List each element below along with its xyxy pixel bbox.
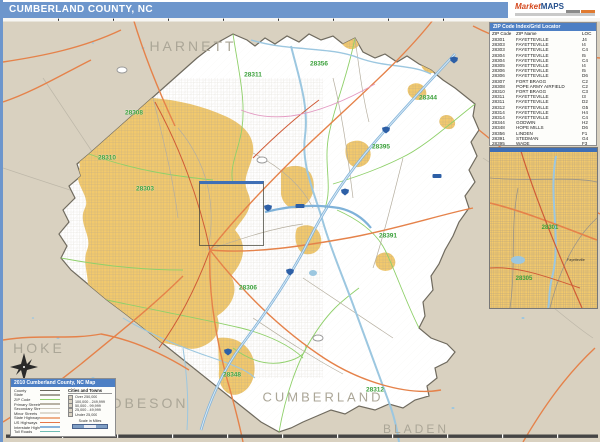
legend-line-sample bbox=[40, 422, 60, 424]
legend-line-sample bbox=[40, 426, 60, 428]
cities-towns-header: Cities and Towns bbox=[68, 388, 112, 394]
legend-line-sample bbox=[40, 417, 60, 419]
page: CUMBERLAND COUNTY, NC MarketMAPS HARNETT… bbox=[0, 0, 600, 442]
zip-index-header: ZIP Code Index/Grid Locator bbox=[490, 23, 596, 31]
city-class-label: Over 250,000 bbox=[75, 395, 97, 399]
legend-items: CountyStateZIP CodePrimary StreetsSecond… bbox=[14, 388, 66, 434]
scale-segment bbox=[73, 425, 84, 428]
legend-item: Toll Roads bbox=[14, 429, 66, 434]
legend-line-sample bbox=[40, 394, 60, 396]
legend-line-sample bbox=[40, 403, 60, 405]
city-class-swatch bbox=[68, 412, 73, 417]
inset-labels: 28301 28305 Fayetteville bbox=[490, 148, 597, 308]
legend-header: 2010 Cumberland County, NC Map bbox=[11, 379, 115, 387]
legend-panel: 2010 Cumberland County, NC Map CountySta… bbox=[10, 378, 116, 437]
logo-text: MarketMAPS bbox=[515, 2, 564, 11]
inset-extent-rectangle bbox=[199, 181, 264, 246]
table-row: 28395WADEF3 bbox=[490, 141, 596, 146]
city-classes: Over 250,000100,000 - 249,99950,000 - 99… bbox=[68, 395, 112, 417]
title-bar: CUMBERLAND COUNTY, NC bbox=[3, 2, 508, 18]
legend-line-sample bbox=[40, 431, 60, 433]
legend-line-sample bbox=[40, 408, 60, 410]
logo-blocks bbox=[565, 2, 595, 20]
page-title: CUMBERLAND COUNTY, NC bbox=[9, 4, 153, 15]
zip-name-cell: WADE bbox=[516, 141, 582, 146]
scale-segment bbox=[84, 425, 95, 428]
legend-line-sample bbox=[40, 390, 60, 392]
legend-item-label: Toll Roads bbox=[14, 429, 40, 434]
city-class-label: 25,000 - 49,999 bbox=[75, 408, 101, 412]
loc-cell: F3 bbox=[582, 141, 594, 146]
city-class-label: 100,000 - 249,999 bbox=[75, 400, 105, 404]
inset-zip-label: 28305 bbox=[516, 276, 533, 282]
scale-bar bbox=[72, 424, 108, 429]
inset-zip-label: 28301 bbox=[542, 225, 559, 231]
logo-suffix: MAPS bbox=[541, 2, 564, 11]
zip-code-cell: 28395 bbox=[492, 141, 516, 146]
city-class-label: 50,000 - 99,999 bbox=[75, 404, 101, 408]
scale-segment bbox=[96, 425, 107, 428]
zip-index-panel: ZIP Code Index/Grid Locator ZIP Code ZIP… bbox=[489, 22, 597, 146]
scale-label: Scale in Miles bbox=[68, 419, 112, 423]
marketmaps-logo: MarketMAPS bbox=[509, 0, 599, 18]
zip-table-body: 28301FAYETTEVILLEJ428303FAYETTEVILLEI428… bbox=[490, 37, 596, 146]
legend-line-sample bbox=[40, 399, 60, 401]
legend-line-sample bbox=[40, 412, 60, 414]
legend-columns: CountyStateZIP CodePrimary StreetsSecond… bbox=[11, 387, 115, 435]
legend-cities-column: Cities and Towns Over 250,000100,000 - 2… bbox=[66, 388, 112, 434]
inset-city-label: Fayetteville bbox=[567, 258, 585, 262]
logo-tagline-bar bbox=[515, 13, 595, 16]
inset-map-panel: 28301 28305 Fayetteville bbox=[489, 147, 598, 309]
city-class-row: Under 25,000 bbox=[68, 413, 112, 417]
city-class-label: Under 25,000 bbox=[75, 413, 97, 417]
logo-brand: Market bbox=[515, 2, 541, 11]
